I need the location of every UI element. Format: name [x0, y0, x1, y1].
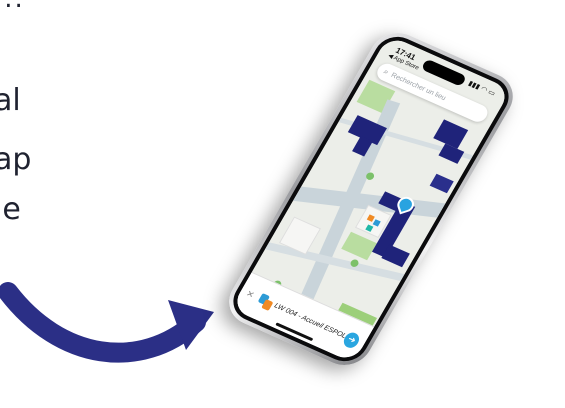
close-icon[interactable]: ✕	[244, 288, 256, 301]
phone-mockup: 17:41 ◀ App Store ▮▮▮ ◠ ▭ ⌕ Rechercher u…	[219, 8, 565, 408]
app-screen: 17:41 ◀ App Store ▮▮▮ ◠ ▭ ⌕ Rechercher u…	[230, 35, 512, 363]
reception-icon	[256, 292, 274, 311]
phone-frame: 17:41 ◀ App Store ▮▮▮ ◠ ▭ ⌕ Rechercher u…	[219, 24, 523, 374]
search-icon: ⌕	[381, 66, 391, 77]
